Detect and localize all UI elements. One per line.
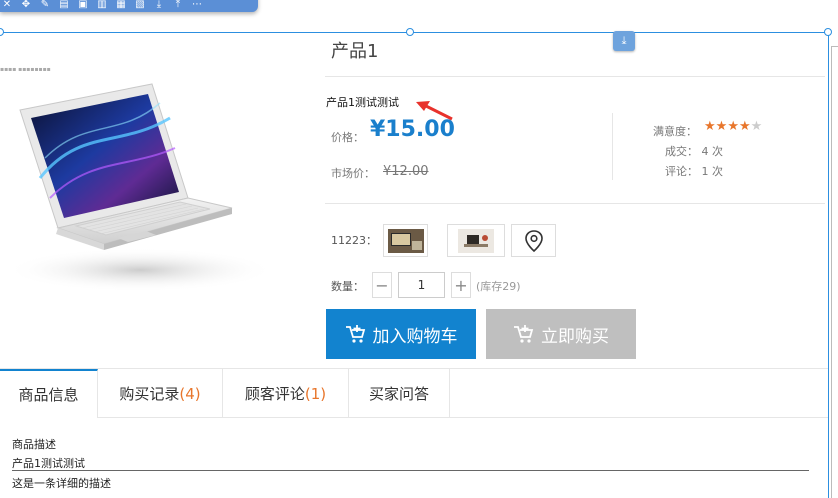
download-button[interactable]: ⤓ bbox=[613, 31, 635, 51]
market-price-label: 市场价： bbox=[331, 167, 375, 180]
resize-handle-left[interactable] bbox=[0, 28, 4, 36]
spec-label: 11223： bbox=[331, 234, 377, 247]
delete-icon[interactable]: ▧ bbox=[135, 0, 145, 10]
outer-frame bbox=[831, 46, 838, 498]
spec-option-2[interactable] bbox=[447, 224, 505, 257]
vertical-divider bbox=[612, 113, 613, 180]
download-icon: ⤓ bbox=[621, 34, 627, 47]
deals-count: 成交： 4 次 bbox=[665, 145, 723, 158]
tab-buyer-qa[interactable]: 买家问答 bbox=[349, 369, 450, 418]
satisfaction-label: 满意度： bbox=[653, 125, 697, 138]
tab-label: 顾客评论 bbox=[244, 385, 305, 403]
resize-handle-right[interactable] bbox=[824, 28, 832, 36]
spec-thumbnail bbox=[387, 228, 424, 253]
description-heading: 商品描述 bbox=[12, 438, 56, 451]
divider bbox=[325, 76, 825, 77]
description-line: 这是一条详细的描述 bbox=[12, 477, 111, 490]
tab-count: (4) bbox=[179, 384, 201, 403]
star-filled-icon: ★ bbox=[715, 119, 728, 134]
upload-icon[interactable]: ⤒ bbox=[173, 0, 183, 10]
detail-tabs: 商品信息 购买记录 (4) 顾客评论 (1) 买家问答 bbox=[0, 368, 828, 418]
buy-now-button[interactable]: 立即购买 bbox=[486, 309, 636, 359]
image-watermark: ▪▪▪▪ ▪▪▪▪▪▪▪▪ bbox=[0, 66, 51, 73]
reviews-count: 评论： 1 次 bbox=[665, 165, 723, 178]
market-price-value: ¥12.00 bbox=[383, 164, 429, 179]
divider bbox=[325, 203, 825, 204]
tab-purchase-records[interactable]: 购买记录 (4) bbox=[98, 369, 223, 418]
star-filled-icon: ★ bbox=[738, 119, 751, 134]
quantity-input[interactable] bbox=[398, 272, 445, 298]
save-icon[interactable]: ▦ bbox=[116, 0, 126, 10]
price-value: ¥15.00 bbox=[370, 117, 455, 142]
divider bbox=[12, 470, 809, 471]
quantity-label: 数量： bbox=[331, 280, 364, 293]
tab-customer-reviews[interactable]: 顾客评论 (1) bbox=[223, 369, 349, 418]
spec-option-1[interactable] bbox=[383, 224, 428, 257]
tab-label: 购买记录 bbox=[119, 385, 180, 403]
copy-icon[interactable]: ▤ bbox=[59, 0, 69, 10]
product-image[interactable] bbox=[0, 58, 296, 300]
image-icon[interactable]: ▣ bbox=[78, 0, 88, 10]
spec-thumbnail bbox=[458, 228, 494, 253]
product-subtitle: 产品1测试测试 bbox=[326, 96, 399, 109]
selection-frame-right bbox=[828, 32, 829, 498]
location-pin-icon bbox=[524, 229, 543, 252]
star-filled-icon: ★ bbox=[727, 119, 739, 134]
spec-option-3[interactable] bbox=[511, 224, 556, 257]
resize-handle-top[interactable] bbox=[406, 28, 414, 36]
more-icon[interactable]: ⋯ bbox=[192, 0, 202, 10]
buy-now-label: 立即购买 bbox=[541, 326, 609, 346]
selection-frame-top bbox=[0, 32, 828, 33]
edit-icon[interactable]: ✎ bbox=[40, 0, 50, 10]
quantity-decrease-button[interactable]: − bbox=[372, 272, 392, 298]
download-icon[interactable]: ⤓ bbox=[154, 0, 164, 10]
stock-count: (库存29) bbox=[476, 280, 521, 293]
star-filled-icon: ★ bbox=[704, 119, 716, 134]
tab-count: (1) bbox=[304, 384, 327, 403]
layout-icon[interactable]: ▥ bbox=[97, 0, 107, 10]
cart-add-icon bbox=[514, 325, 534, 343]
cart-add-icon bbox=[345, 325, 365, 343]
move-icon[interactable]: ✥ bbox=[21, 0, 31, 10]
price-label: 价格： bbox=[331, 131, 364, 144]
add-to-cart-button[interactable]: 加入购物车 bbox=[326, 309, 476, 359]
description-line: 产品1测试测试 bbox=[12, 457, 85, 470]
star-empty-icon: ★ bbox=[750, 119, 763, 134]
editor-toolbar: ✕ ✥ ✎ ▤ ▣ ▥ ▦ ▧ ⤓ ⤒ ⋯ bbox=[0, 0, 258, 12]
add-to-cart-label: 加入购物车 bbox=[372, 326, 458, 346]
tab-label: 商品信息 bbox=[18, 386, 79, 404]
product-title: 产品1 bbox=[331, 41, 379, 62]
tab-product-info[interactable]: 商品信息 bbox=[0, 369, 98, 418]
close-icon[interactable]: ✕ bbox=[2, 0, 12, 10]
quantity-increase-button[interactable]: + bbox=[451, 272, 471, 298]
rating-stars: ★★★★★ bbox=[704, 119, 762, 134]
tab-label: 买家问答 bbox=[368, 385, 429, 403]
